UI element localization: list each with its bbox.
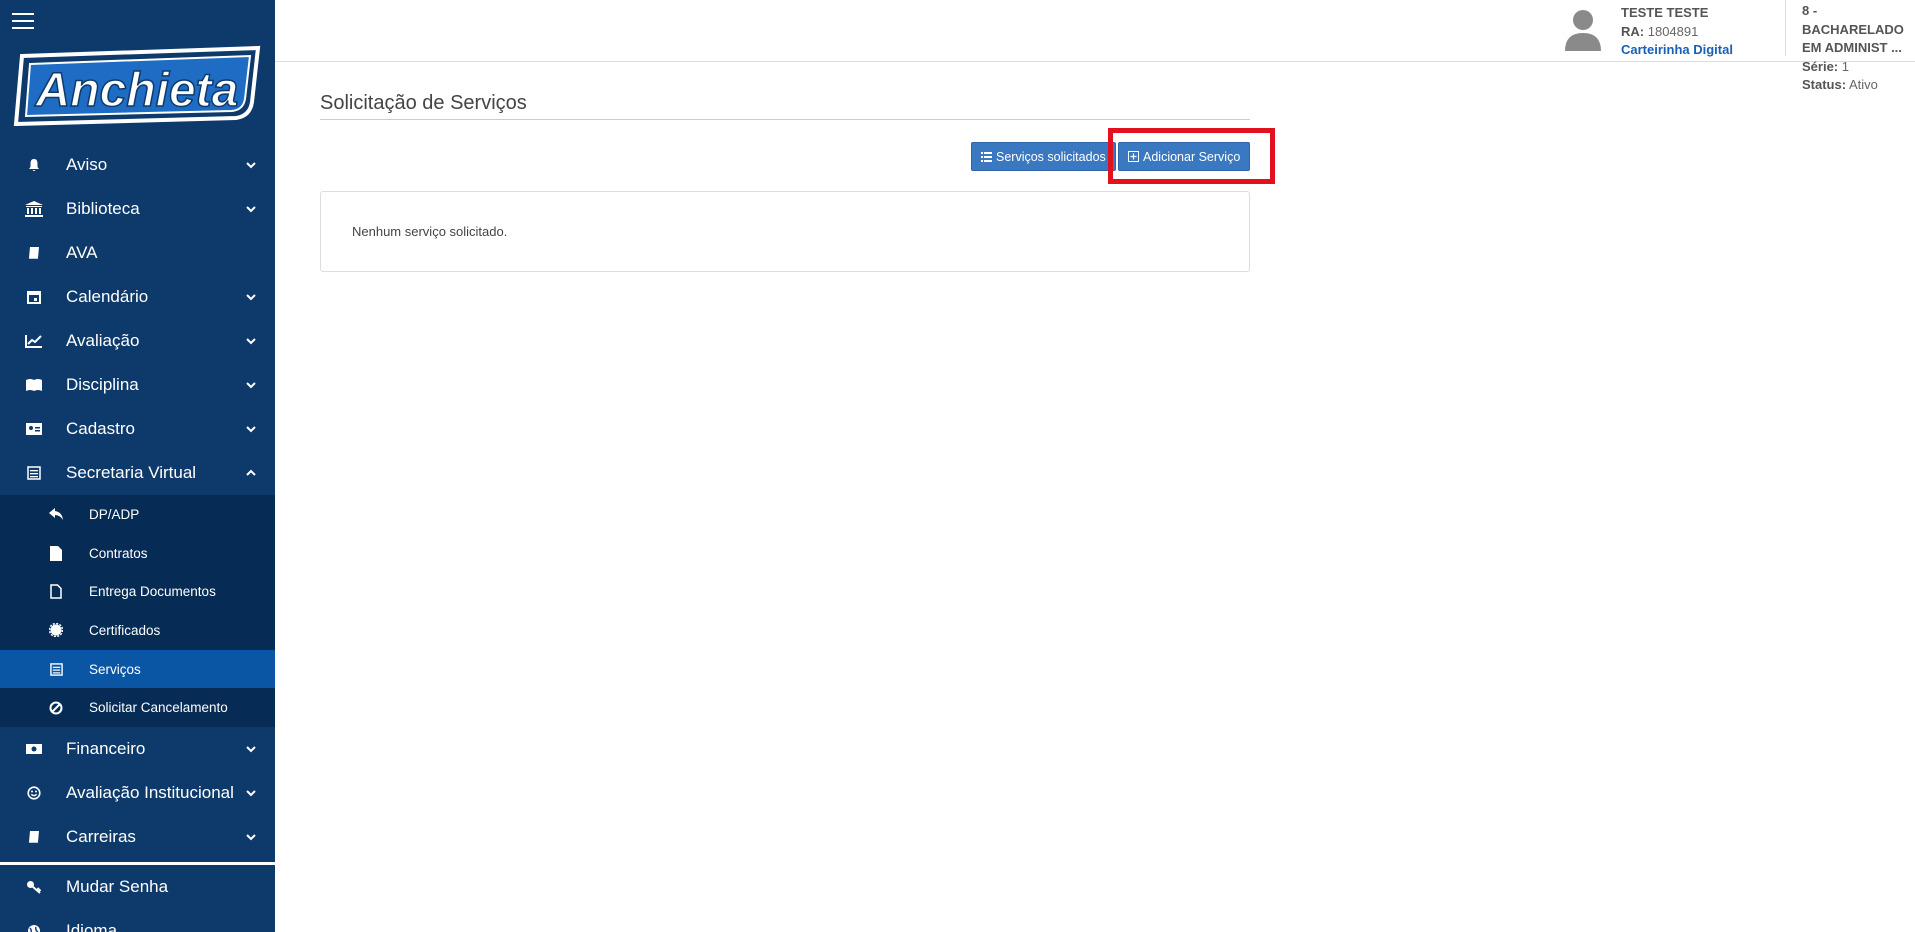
course-info: 8 - BACHARELADO EM ADMINIST ... Série: 1…: [1802, 2, 1915, 95]
sidebar-item-avaliacao[interactable]: Avaliação: [0, 319, 275, 363]
services-panel: Nenhum serviço solicitado.: [320, 191, 1250, 272]
submenu-item-label: Certificados: [89, 622, 161, 638]
chevron-down-icon: [246, 206, 256, 213]
submenu-item-label: DP/ADP: [89, 506, 140, 522]
sidebar-item-calendario[interactable]: Calendário: [0, 275, 275, 319]
sidebar-item-avaliacao-institucional[interactable]: Avaliação Institucional: [0, 771, 275, 815]
sidebar-item-cadastro[interactable]: Cadastro: [0, 407, 275, 451]
sidebar-item-label: Carreiras: [66, 827, 136, 847]
plus-square-icon: [1128, 151, 1139, 162]
open-book-icon: [24, 375, 44, 395]
newspaper-icon: [24, 463, 44, 483]
sidebar-item-label: Financeiro: [66, 739, 146, 759]
money-icon: [24, 739, 44, 759]
anchieta-logo[interactable]: Anchieta: [8, 44, 264, 126]
title-underline: [320, 119, 1250, 120]
file-icon: [47, 544, 65, 562]
hamburger-menu-icon[interactable]: [12, 13, 34, 31]
course-name: 8 - BACHARELADO EM ADMINIST ...: [1802, 3, 1904, 55]
logo-text: Anchieta: [35, 64, 239, 117]
chevron-down-icon: [246, 426, 256, 433]
sidebar-item-label: Idioma: [66, 921, 118, 932]
secretaria-submenu: DP/ADP Contratos Entrega Documentos Cert…: [0, 495, 275, 728]
user-info: TESTE TESTE RA: 1804891 Carteirinha Digi…: [1621, 4, 1733, 60]
chart-line-icon: [24, 331, 44, 351]
sidebar-item-label: Secretaria Virtual: [66, 463, 197, 482]
sidebar-item-label: Cadastro: [66, 419, 135, 438]
sidebar-item-secretaria-virtual[interactable]: Secretaria Virtual: [0, 451, 275, 495]
user-name: TESTE TESTE: [1621, 5, 1709, 20]
serie-label: Série:: [1802, 58, 1839, 74]
avatar: [1565, 10, 1601, 51]
submenu-item-label: Serviços: [89, 661, 141, 677]
file-outline-icon: [47, 583, 65, 601]
sidebar-item-label: AVA: [66, 243, 98, 262]
chevron-down-icon: [246, 746, 256, 753]
bell-icon: [24, 155, 44, 175]
course-status: Status: Ativo: [1802, 76, 1915, 95]
chevron-down-icon: [246, 338, 256, 345]
sidebar-item-label: Aviso: [66, 155, 108, 174]
empty-message: Nenhum serviço solicitado.: [352, 224, 508, 239]
sidebar-item-disciplina[interactable]: Disciplina: [0, 363, 275, 407]
chevron-up-icon: [246, 469, 256, 476]
status-label: Status:: [1802, 77, 1847, 92]
chevron-down-icon: [246, 162, 256, 169]
submenu-item-entrega-documentos[interactable]: Entrega Documentos: [0, 572, 275, 611]
user-ra: RA: 1804891: [1621, 23, 1733, 42]
submenu-item-contratos[interactable]: Contratos: [0, 534, 275, 573]
sidebar-item-carreiras[interactable]: Carreiras: [0, 815, 275, 859]
course-serie: Série: 1: [1802, 58, 1915, 77]
adicionar-servico-button[interactable]: Adicionar Serviço: [1118, 142, 1251, 171]
carteirinha-digital-link[interactable]: Carteirinha Digital: [1621, 41, 1733, 60]
submenu-item-label: Solicitar Cancelamento: [89, 700, 228, 716]
submenu-item-solicitar-cancelamento[interactable]: Solicitar Cancelamento: [0, 688, 275, 727]
sidebar-item-label: Mudar Senha: [66, 877, 169, 897]
chevron-down-icon: [246, 790, 256, 797]
ban-icon: [47, 699, 65, 717]
status-value: Ativo: [1848, 77, 1878, 92]
submenu-item-label: Contratos: [89, 545, 148, 561]
serie-value: 1: [1841, 58, 1849, 74]
chevron-down-icon: [246, 834, 256, 841]
button-label: Serviços solicitados: [996, 149, 1106, 164]
servicos-solicitados-button[interactable]: Serviços solicitados: [971, 142, 1116, 171]
page-title: Solicitação de Serviços: [320, 92, 527, 114]
submenu-item-dp-adp[interactable]: DP/ADP: [0, 495, 275, 534]
sidebar-item-label: Avaliação: [66, 331, 140, 350]
sidebar-item-idioma[interactable]: Idioma: [0, 909, 275, 932]
certificate-icon: [47, 621, 65, 639]
sidebar-item-biblioteca[interactable]: Biblioteca: [0, 187, 275, 231]
calendar-icon: [24, 287, 44, 307]
top-header: TESTE TESTE RA: 1804891 Carteirinha Digi…: [275, 0, 1915, 92]
sidebar-item-label: Biblioteca: [66, 199, 140, 218]
sidebar-item-label: Avaliação Institucional: [66, 783, 234, 803]
sidebar-item-aviso[interactable]: Aviso: [0, 143, 275, 187]
bank-icon: [24, 199, 44, 219]
sidebar: Anchieta Aviso Biblioteca AVA Calendário…: [0, 0, 275, 932]
smile-icon: [24, 783, 44, 803]
ra-value: 1804891: [1647, 23, 1699, 39]
book-icon: [24, 827, 44, 847]
chevron-down-icon: [246, 294, 256, 301]
submenu-item-certificados[interactable]: Certificados: [0, 611, 275, 650]
newspaper-icon: [47, 660, 65, 678]
ra-label: RA:: [1621, 23, 1645, 39]
reply-icon: [47, 505, 65, 523]
submenu-item-label: Entrega Documentos: [89, 584, 216, 600]
globe-icon: [24, 921, 44, 932]
key-icon: [24, 877, 44, 897]
sidebar-item-ava[interactable]: AVA: [0, 231, 275, 275]
list-icon: [981, 151, 992, 162]
header-separator: [1785, 0, 1786, 56]
sidebar-item-label: Disciplina: [66, 375, 139, 394]
submenu-item-servicos[interactable]: Serviços: [0, 649, 275, 689]
chevron-down-icon: [246, 382, 256, 389]
sidebar-item-mudar-senha[interactable]: Mudar Senha: [0, 865, 275, 909]
button-label: Adicionar Serviço: [1143, 149, 1241, 164]
sidebar-item-financeiro[interactable]: Financeiro: [0, 727, 275, 771]
id-card-icon: [24, 419, 44, 439]
sidebar-item-label: Calendário: [66, 287, 149, 306]
book-icon: [24, 243, 44, 263]
